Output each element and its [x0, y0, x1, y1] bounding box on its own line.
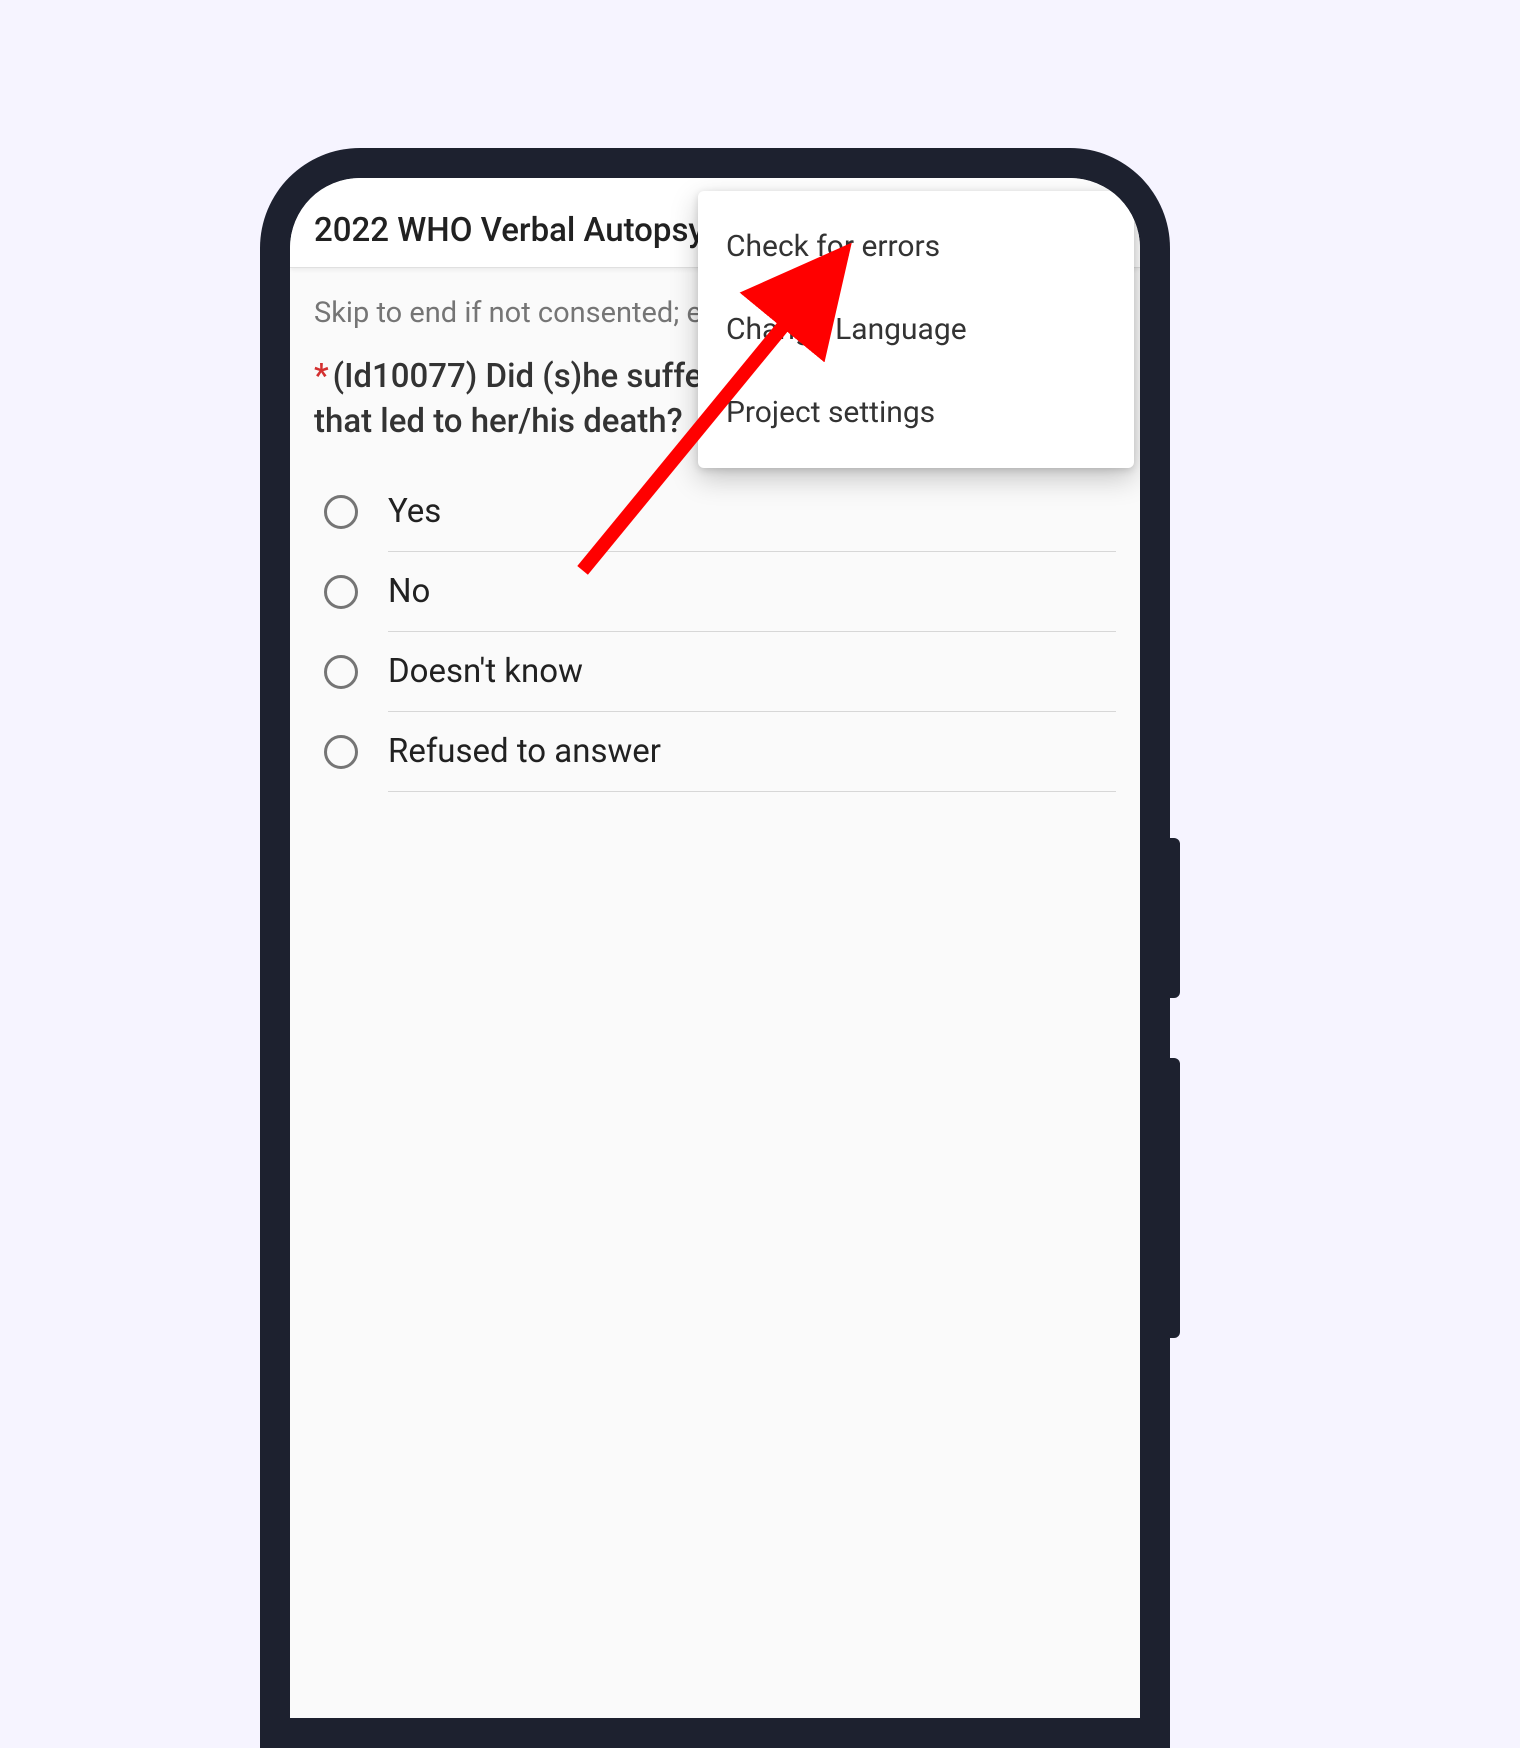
overflow-menu: Check for errors Change Language Project… [698, 191, 1134, 468]
radio-label: Yes [388, 492, 441, 531]
divider [388, 791, 1116, 792]
radio-label: Refused to answer [388, 732, 661, 771]
radio-group: Yes No Doesn't know Refused to answer [314, 472, 1116, 792]
radio-option-no[interactable]: No [314, 552, 1116, 631]
radio-label: Doesn't know [388, 652, 583, 691]
phone-frame: 2022 WHO Verbal Autopsy Skip to end if n… [260, 148, 1170, 1748]
radio-icon [324, 655, 358, 689]
phone-side-button [1166, 838, 1180, 998]
radio-icon [324, 575, 358, 609]
app-title: 2022 WHO Verbal Autopsy [314, 211, 705, 250]
radio-option-doesnt-know[interactable]: Doesn't know [314, 632, 1116, 711]
menu-item-project-settings[interactable]: Project settings [698, 371, 1134, 454]
phone-side-button [1166, 1058, 1180, 1338]
radio-option-yes[interactable]: Yes [314, 472, 1116, 551]
menu-item-change-language[interactable]: Change Language [698, 288, 1134, 371]
menu-item-check-errors[interactable]: Check for errors [698, 205, 1134, 288]
phone-screen: 2022 WHO Verbal Autopsy Skip to end if n… [290, 178, 1140, 1718]
radio-icon [324, 735, 358, 769]
radio-option-refused[interactable]: Refused to answer [314, 712, 1116, 791]
radio-label: No [388, 572, 430, 611]
radio-icon [324, 495, 358, 529]
required-marker: * [314, 357, 329, 396]
